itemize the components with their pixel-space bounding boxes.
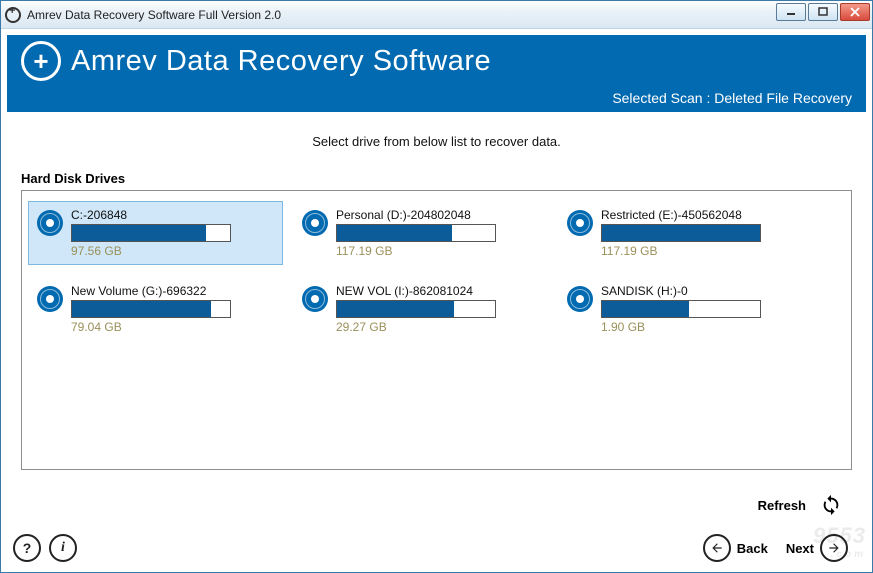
next-arrow-icon (820, 534, 848, 562)
disc-icon (567, 286, 593, 312)
drive-label: New Volume (G:)-696322 (71, 284, 274, 298)
drive-size: 117.19 GB (601, 244, 804, 258)
drive-label: NEW VOL (I:)-862081024 (336, 284, 539, 298)
title-bar: Amrev Data Recovery Software Full Versio… (1, 1, 872, 29)
drive-info: Restricted (E:)-450562048 117.19 GB (601, 208, 804, 258)
disc-icon (37, 286, 63, 312)
app-window: Amrev Data Recovery Software Full Versio… (0, 0, 873, 573)
drive-label: Restricted (E:)-450562048 (601, 208, 804, 222)
drive-size: 79.04 GB (71, 320, 274, 334)
disc-icon (567, 210, 593, 236)
drive-item[interactable]: NEW VOL (I:)-862081024 29.27 GB (293, 277, 548, 341)
app-icon (5, 7, 21, 23)
usage-bar (336, 224, 496, 242)
close-icon (850, 7, 860, 17)
usage-bar (71, 224, 231, 242)
refresh-icon (820, 494, 842, 516)
disc-icon (302, 210, 328, 236)
nav-buttons: Back Next (679, 534, 854, 562)
drive-item[interactable]: SANDISK (H:)-0 1.90 GB (558, 277, 813, 341)
bottom-left-buttons: ? i (13, 534, 85, 562)
selected-scan-label: Selected Scan : Deleted File Recovery (612, 90, 852, 106)
disc-icon (302, 286, 328, 312)
usage-bar (601, 300, 761, 318)
app-name: Amrev Data Recovery Software (71, 45, 491, 78)
minimize-button[interactable] (776, 3, 806, 21)
drive-size: 117.19 GB (336, 244, 539, 258)
instructions-text: Select drive from below list to recover … (7, 134, 866, 149)
drives-panel: C:-206848 97.56 GB Personal (D:)-204802048… (21, 190, 852, 470)
usage-bar (601, 224, 761, 242)
drive-item[interactable]: C:-206848 97.56 GB (28, 201, 283, 265)
refresh-button[interactable]: Refresh (758, 494, 842, 516)
next-label: Next (786, 541, 814, 556)
window-controls (774, 3, 870, 21)
drive-size: 29.27 GB (336, 320, 539, 334)
help-button[interactable]: ? (13, 534, 41, 562)
drive-info: NEW VOL (I:)-862081024 29.27 GB (336, 284, 539, 334)
drive-grid: C:-206848 97.56 GB Personal (D:)-204802048… (26, 199, 847, 351)
drive-size: 97.56 GB (71, 244, 274, 258)
back-button[interactable]: Back (697, 534, 768, 562)
window-title: Amrev Data Recovery Software Full Versio… (27, 8, 281, 22)
drive-info: New Volume (G:)-696322 79.04 GB (71, 284, 274, 334)
usage-bar (336, 300, 496, 318)
drive-item[interactable]: Restricted (E:)-450562048 117.19 GB (558, 201, 813, 265)
drive-item[interactable]: New Volume (G:)-696322 79.04 GB (28, 277, 283, 341)
minimize-icon (786, 7, 796, 17)
drive-label: Personal (D:)-204802048 (336, 208, 539, 222)
drive-info: SANDISK (H:)-0 1.90 GB (601, 284, 804, 334)
drive-info: C:-206848 97.56 GB (71, 208, 274, 258)
drives-section-label: Hard Disk Drives (7, 171, 866, 186)
content-area: + Amrev Data Recovery Software Selected … (1, 29, 872, 572)
header-panel: + Amrev Data Recovery Software Selected … (7, 35, 866, 112)
back-label: Back (737, 541, 768, 556)
drive-label: C:-206848 (71, 208, 274, 222)
drive-info: Personal (D:)-204802048 117.19 GB (336, 208, 539, 258)
maximize-button[interactable] (808, 3, 838, 21)
drive-label: SANDISK (H:)-0 (601, 284, 804, 298)
maximize-icon (818, 7, 828, 17)
next-button[interactable]: Next (786, 534, 854, 562)
refresh-label: Refresh (758, 498, 806, 513)
back-arrow-icon (703, 534, 731, 562)
close-button[interactable] (840, 3, 870, 21)
drive-size: 1.90 GB (601, 320, 804, 334)
logo-icon: + (21, 41, 61, 81)
info-button[interactable]: i (49, 534, 77, 562)
drive-item[interactable]: Personal (D:)-204802048 117.19 GB (293, 201, 548, 265)
usage-bar (71, 300, 231, 318)
disc-icon (37, 210, 63, 236)
